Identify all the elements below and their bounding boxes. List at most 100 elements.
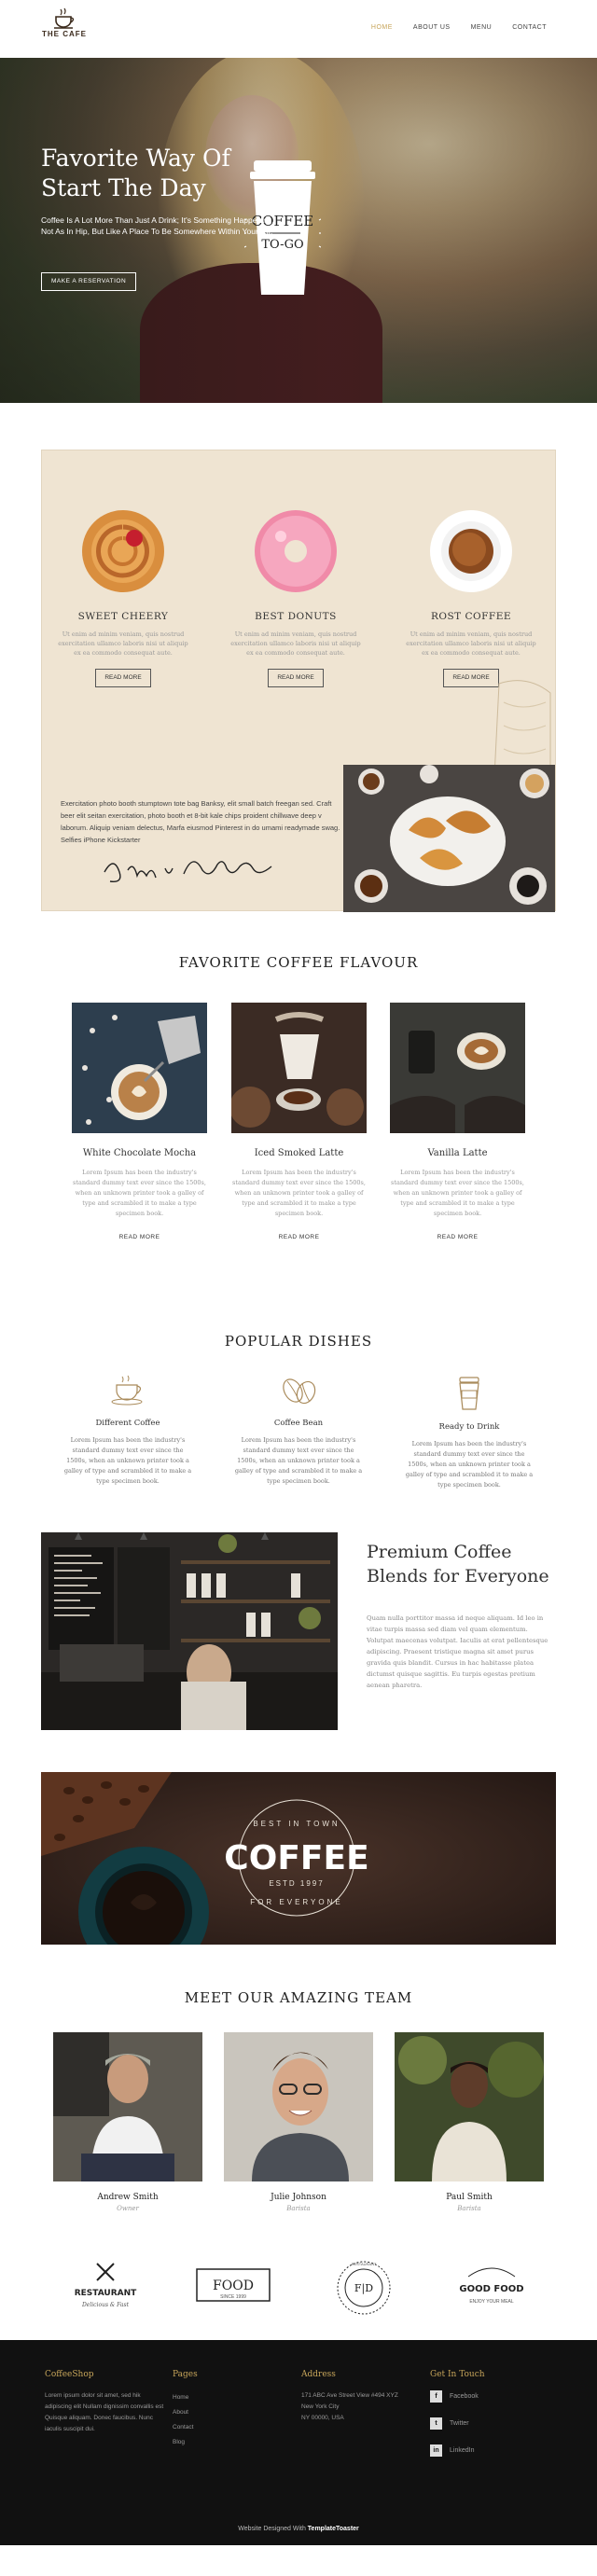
footer-address-lines: 171 ABC Ave Street View #494 XYZ New Yor… (301, 2390, 423, 2424)
dish-title: Ready to Drink (438, 1422, 500, 1432)
featured-item-text: Ut enim ad minim veniam, quis nostrud ex… (58, 630, 188, 657)
svg-text:TO-GO: TO-GO (261, 238, 303, 252)
team-member-role: Barista (457, 2205, 481, 2212)
social-label: Facebook (450, 2392, 479, 2400)
featured-item-title: SWEET CHEERY (77, 611, 169, 622)
read-more-button[interactable]: READ MORE (95, 669, 151, 687)
hero-banner: COFFEE TO-GO Favorite Way Of Start The D… (0, 58, 597, 403)
flavour-list: White Chocolate Mocha Lorem Ipsum has be… (0, 1003, 597, 1310)
featured-item-text: Ut enim ad minim veniam, quis nostrud ex… (406, 630, 536, 657)
brand-sub: RESTAURANT (352, 2262, 377, 2266)
read-more-link[interactable]: READ MORE (279, 1234, 320, 1240)
featured-products: SWEET CHEERY Ut enim ad minim veniam, qu… (41, 450, 556, 912)
flavour-card: Iced Smoked Latte Lorem Ipsum has been t… (231, 1003, 367, 1242)
coffee-shop-photo (41, 1532, 338, 1730)
brand-logo-good-food: GOOD FOOD ENJOY YOUR MEAL (450, 2256, 534, 2321)
menu-item-menu[interactable]: MENU (471, 24, 493, 31)
read-more-link[interactable]: READ MORE (119, 1234, 160, 1240)
featured-item-title: BEST DONUTS (255, 611, 337, 622)
team-member-role: Owner (117, 2205, 139, 2212)
flavour-text: Lorem Ipsum has been the industry's stan… (391, 1169, 524, 1217)
footer-heading: CoffeeShop (45, 2370, 94, 2379)
read-more-button[interactable]: READ MORE (268, 669, 324, 687)
flavour-title: Vanilla Latte (427, 1148, 488, 1158)
footer-link-contact[interactable]: Contact (173, 2420, 294, 2435)
menu-item-about[interactable]: ABOUT US (413, 24, 451, 31)
flavour-photo (72, 1003, 207, 1133)
popular-dishes-section: POPULAR DISHES Different Coffee Lorem Ip… (0, 1333, 597, 1532)
social-link-linkedin[interactable]: in LinkedIn (430, 2444, 551, 2457)
dish-card: Coffee Bean Lorem Ipsum has been the ind… (233, 1374, 364, 1487)
team-member-photo (395, 2032, 544, 2181)
signature-graphic (104, 861, 272, 882)
team-member-card: Julie Johnson Barista (224, 2032, 373, 2212)
banner-main-text: COFFEE (224, 1839, 368, 1877)
featured-item-text: Ut enim ad minim veniam, quis nostrud ex… (230, 630, 361, 657)
flavour-text: Lorem Ipsum has been the industry's stan… (73, 1169, 206, 1217)
dish-list: Different Coffee Lorem Ipsum has been th… (0, 1374, 597, 1532)
team-list: Andrew Smith Owner Julie Johnson Barista (0, 2032, 597, 2256)
social-label: LinkedIn (450, 2446, 475, 2454)
brand-name: F|D (354, 2282, 373, 2295)
copyright-brand-link[interactable]: TemplateToaster (308, 2526, 359, 2532)
team-section: MEET OUR AMAZING TEAM Andrew Smith Owner (0, 1989, 597, 2256)
facebook-icon: f (430, 2390, 442, 2403)
footer-heading: Get In Touch (430, 2370, 485, 2379)
coffee-promo-banner: BEST IN TOWN COFFEE ESTD 1997 FOR EVERYO… (41, 1772, 556, 1945)
coffee-cup-icon (111, 1375, 143, 1406)
footer-link-home[interactable]: Home (173, 2390, 294, 2405)
logo-text: THE CAFE (42, 30, 87, 38)
make-reservation-button[interactable]: MAKE A RESERVATION (41, 272, 137, 291)
site-logo[interactable]: THE CAFE (41, 7, 88, 38)
footer-page-links: Home About Contact Blog (173, 2390, 294, 2450)
flavour-photo (390, 1003, 525, 1133)
team-member-card: Andrew Smith Owner (53, 2032, 202, 2212)
copyright-text: Website Designed With TemplateToaster (0, 2526, 597, 2532)
menu-item-contact[interactable]: CONTACT (512, 24, 547, 31)
flavour-title: White Chocolate Mocha (82, 1148, 197, 1158)
brand-logo-restaurant: RESTAURANT Delicious & Fast (63, 2256, 147, 2321)
section-title: FAVORITE COFFEE FLAVOUR (178, 954, 419, 971)
footer-pages: Pages Home About Contact Blog (173, 2370, 294, 2450)
coffee-bean-icon (283, 1378, 316, 1405)
social-link-facebook[interactable]: f Facebook (430, 2390, 551, 2403)
premium-blends-section: Premium Coffee Blends for Everyone Quam … (0, 1532, 597, 1752)
pastry-image (82, 510, 164, 592)
read-more-link[interactable]: READ MORE (437, 1234, 479, 1240)
team-member-card: Paul Smith Barista (395, 2032, 544, 2212)
flavour-title: Iced Smoked Latte (254, 1148, 344, 1158)
footer-link-about[interactable]: About (173, 2405, 294, 2420)
hero-title: Favorite Way Of Start The Day (41, 145, 230, 201)
footer-heading: Pages (173, 2370, 198, 2379)
coffee-sack-illustration (493, 680, 551, 777)
brand-logo-food: FOOD SINCE 1999 (191, 2256, 275, 2321)
footer-about-text: Lorem ipsum dolor sit amet, sed hik adip… (45, 2392, 164, 2432)
dish-card: Different Coffee Lorem Ipsum has been th… (62, 1374, 193, 1487)
dish-card: Ready to Drink Lorem Ipsum has been the … (404, 1374, 535, 1490)
social-link-twitter[interactable]: t Twitter (430, 2417, 551, 2430)
premium-title: Premium Coffee Blends for Everyone (367, 1542, 549, 1586)
brand-sub: ENJOY YOUR MEAL (469, 2299, 514, 2305)
menu-item-home[interactable]: HOME (371, 24, 393, 31)
featured-quote: Exercitation photo booth stumptown tote … (61, 799, 340, 844)
footer-social: Get In Touch f Facebook t Twitter in Lin… (430, 2370, 551, 2472)
brand-sub: Delicious & Fast (81, 2302, 130, 2308)
premium-text: Quam nulla porttitor massa id neque aliq… (367, 1614, 548, 1689)
coffee-cup-icon (54, 7, 75, 29)
team-member-name: Julie Johnson (271, 2193, 326, 2202)
brand-name: GOOD FOOD (459, 2284, 523, 2294)
coffee-cup-image (430, 510, 512, 592)
team-member-photo (53, 2032, 202, 2181)
section-title: MEET OUR AMAZING TEAM (184, 1989, 413, 2006)
flavour-card: Vanilla Latte Lorem Ipsum has been the i… (390, 1003, 525, 1242)
team-member-name: Andrew Smith (97, 2193, 159, 2202)
dish-text: Lorem Ipsum has been the industry's stan… (405, 1440, 534, 1489)
dish-text: Lorem Ipsum has been the industry's stan… (63, 1436, 192, 1485)
flavour-photo (231, 1003, 367, 1133)
featured-item-best-donuts: BEST DONUTS Ut enim ad minim veniam, qui… (230, 508, 361, 687)
address-line: NY 00000, USA (301, 2415, 344, 2421)
coffee-flavour-section: FAVORITE COFFEE FLAVOUR White Chocolate … (0, 954, 597, 1310)
social-label: Twitter (450, 2419, 469, 2427)
main-menu: HOME ABOUT US MENU CONTACT (371, 24, 547, 31)
footer-link-blog[interactable]: Blog (173, 2435, 294, 2450)
